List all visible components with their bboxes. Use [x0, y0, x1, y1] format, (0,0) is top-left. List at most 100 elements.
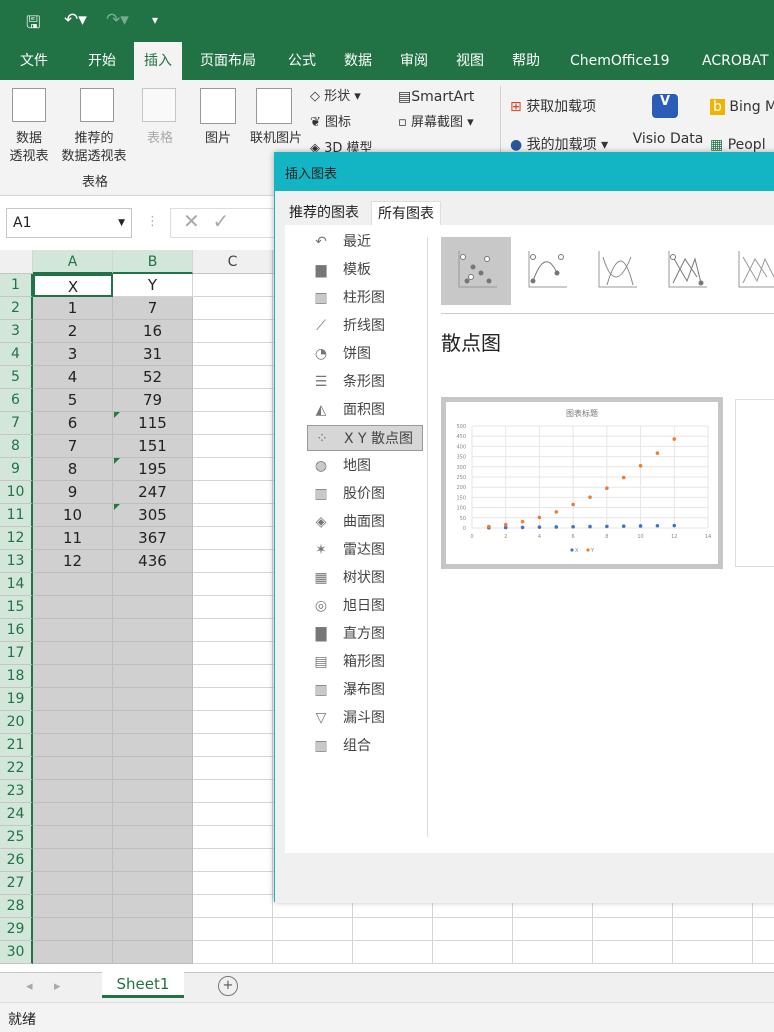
cell[interactable]	[193, 872, 273, 895]
row-header[interactable]: 24	[0, 803, 33, 826]
cell[interactable]	[113, 941, 193, 964]
cell[interactable]	[193, 918, 273, 941]
cell[interactable]	[33, 642, 113, 665]
cell[interactable]	[193, 596, 273, 619]
row-header[interactable]: 27	[0, 872, 33, 895]
cell[interactable]	[353, 918, 433, 941]
chart-type-13[interactable]: ◎ 旭日图	[307, 593, 423, 619]
cell[interactable]	[113, 895, 193, 918]
chart-type-3[interactable]: ⟋ 折线图	[307, 313, 423, 339]
cell[interactable]	[193, 619, 273, 642]
chart-type-11[interactable]: ✶ 雷达图	[307, 537, 423, 563]
cell[interactable]: 52	[113, 366, 193, 389]
chart-preview-alt[interactable]	[735, 399, 774, 567]
cell[interactable]	[193, 941, 273, 964]
cell[interactable]	[193, 803, 273, 826]
icons-button[interactable]: ❦ 图标	[310, 114, 380, 132]
scatter-straight-markers-subtype[interactable]	[651, 237, 721, 305]
cell[interactable]	[593, 941, 673, 964]
row-header[interactable]: 28	[0, 895, 33, 918]
cell[interactable]: 8	[33, 458, 113, 481]
chart-type-0[interactable]: ↶ 最近	[307, 229, 423, 255]
cell[interactable]: 436	[113, 550, 193, 573]
cell[interactable]	[193, 573, 273, 596]
online-picture-button[interactable]: 联机图片	[244, 130, 308, 148]
cell[interactable]	[273, 941, 353, 964]
cell[interactable]	[673, 941, 753, 964]
cell[interactable]	[193, 527, 273, 550]
tab-5[interactable]: 数据	[334, 42, 382, 80]
cell[interactable]	[113, 918, 193, 941]
cell[interactable]	[593, 918, 673, 941]
shapes-button[interactable]: ◇ 形状 ▾	[310, 88, 380, 106]
cell[interactable]	[113, 596, 193, 619]
cell[interactable]: 10	[33, 504, 113, 527]
tab-0[interactable]: 文件	[10, 42, 58, 80]
row-header[interactable]: 17	[0, 642, 33, 665]
scroll-left-icon[interactable]: ◂	[26, 979, 33, 994]
cell[interactable]: Y	[113, 274, 193, 297]
cell[interactable]	[113, 642, 193, 665]
cell[interactable]	[113, 849, 193, 872]
pivot-table-button[interactable]: 数据 透视表	[4, 130, 54, 166]
chart-type-14[interactable]: ▇ 直方图	[307, 621, 423, 647]
cell[interactable]	[193, 274, 273, 297]
tab-7[interactable]: 视图	[446, 42, 494, 80]
chart-type-17[interactable]: ▽ 漏斗图	[307, 705, 423, 731]
row-header[interactable]: 29	[0, 918, 33, 941]
table-button[interactable]: 表格	[140, 130, 180, 148]
cell[interactable]	[193, 504, 273, 527]
save-icon[interactable]: 🖫	[26, 10, 40, 39]
cell[interactable]	[113, 665, 193, 688]
cell[interactable]: X	[33, 274, 113, 297]
cell[interactable]	[753, 918, 774, 941]
column-header[interactable]: C	[193, 250, 273, 274]
row-header[interactable]: 20	[0, 711, 33, 734]
row-header[interactable]: 5	[0, 366, 33, 389]
tab-10[interactable]: ACROBAT	[692, 42, 774, 80]
cell[interactable]	[193, 849, 273, 872]
chart-type-16[interactable]: ▥ 瀑布图	[307, 677, 423, 703]
row-header[interactable]: 21	[0, 734, 33, 757]
tab-1[interactable]: 开始	[78, 42, 126, 80]
screenshot-button[interactable]: ▫ 屏幕截图 ▾	[398, 114, 494, 132]
row-header[interactable]: 4	[0, 343, 33, 366]
cell[interactable]: 305	[113, 504, 193, 527]
cell[interactable]	[113, 826, 193, 849]
cell[interactable]: 195	[113, 458, 193, 481]
cell[interactable]	[193, 688, 273, 711]
scatter-smooth-subtype[interactable]	[581, 237, 651, 305]
cell[interactable]	[113, 619, 193, 642]
add-sheet-icon[interactable]: +	[218, 976, 238, 996]
cell[interactable]: 115	[113, 412, 193, 435]
cell[interactable]	[193, 389, 273, 412]
row-header[interactable]: 9	[0, 458, 33, 481]
row-header[interactable]: 13	[0, 550, 33, 573]
cell[interactable]	[193, 826, 273, 849]
row-header[interactable]: 14	[0, 573, 33, 596]
cell[interactable]: 247	[113, 481, 193, 504]
row-header[interactable]: 19	[0, 688, 33, 711]
chart-type-12[interactable]: ▦ 树状图	[307, 565, 423, 591]
cell[interactable]	[353, 941, 433, 964]
tab-3[interactable]: 页面布局	[190, 42, 266, 80]
cell[interactable]: 6	[33, 412, 113, 435]
row-header[interactable]: 11	[0, 504, 33, 527]
cell[interactable]: 1	[33, 297, 113, 320]
chart-type-4[interactable]: ◔ 饼图	[307, 341, 423, 367]
scroll-right-icon[interactable]: ▸	[54, 979, 61, 994]
tab-recommended-charts[interactable]: 推荐的图表	[283, 201, 365, 225]
cell[interactable]	[113, 688, 193, 711]
row-header[interactable]: 12	[0, 527, 33, 550]
cell[interactable]: 151	[113, 435, 193, 458]
chart-type-7[interactable]: ⁘ X Y 散点图	[307, 425, 423, 451]
chart-type-6[interactable]: ◭ 面积图	[307, 397, 423, 423]
row-header[interactable]: 26	[0, 849, 33, 872]
customize-icon[interactable]: ▾	[152, 13, 158, 27]
cell[interactable]	[673, 918, 753, 941]
cell[interactable]	[193, 320, 273, 343]
cell[interactable]: 2	[33, 320, 113, 343]
row-header[interactable]: 18	[0, 665, 33, 688]
cell[interactable]	[33, 665, 113, 688]
row-header[interactable]: 30	[0, 941, 33, 964]
